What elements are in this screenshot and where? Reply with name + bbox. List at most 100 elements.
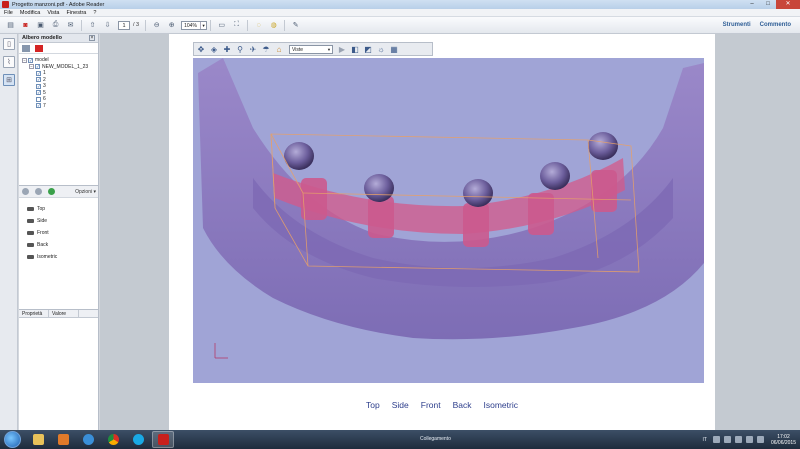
zoom-select[interactable]: 104% ▼ xyxy=(181,20,208,30)
close-button[interactable]: ✕ xyxy=(776,0,800,9)
3d-viewport[interactable] xyxy=(193,58,704,383)
menu-file[interactable]: File xyxy=(4,10,13,16)
view-item-label: Side xyxy=(37,218,48,224)
language-indicator[interactable]: IT xyxy=(703,437,707,443)
axis-triad xyxy=(214,343,228,359)
tree-visibility-checkbox[interactable]: ✓ xyxy=(36,103,41,109)
close-panel-icon[interactable]: × xyxy=(89,35,95,41)
rotate-icon[interactable]: ✥ xyxy=(196,44,206,54)
pan-icon[interactable]: ✚ xyxy=(222,44,232,54)
page-number-input[interactable]: 1 xyxy=(118,20,130,30)
view-item[interactable]: Isometric xyxy=(27,251,98,263)
fullscreen-icon[interactable]: ⛶ xyxy=(231,20,242,31)
view-link-top[interactable]: Top xyxy=(366,400,380,410)
tray-flag-icon[interactable] xyxy=(723,436,731,443)
options-dropdown[interactable]: Opzioni ▾ xyxy=(75,189,96,195)
fit-page-icon[interactable]: ▭ xyxy=(216,20,227,31)
ie-icon xyxy=(82,434,94,445)
walk-icon[interactable]: ✈ xyxy=(248,44,258,54)
save-icon[interactable]: ▣ xyxy=(35,20,46,31)
lighting-icon[interactable]: ☼ xyxy=(376,44,386,54)
print-icon[interactable]: ⎙ xyxy=(50,20,61,31)
view-item[interactable]: Side xyxy=(27,215,98,227)
prev-page-icon[interactable]: ⇧ xyxy=(87,20,98,31)
tree-visibility-checkbox[interactable]: ✓ xyxy=(35,64,40,70)
create-pdf-icon[interactable]: ▤ xyxy=(5,20,16,31)
start-button[interactable] xyxy=(4,431,21,448)
sign-icon[interactable]: ✎ xyxy=(290,20,301,31)
menu-finestra[interactable]: Finestra xyxy=(67,10,87,16)
spin-icon[interactable]: ◈ xyxy=(209,44,219,54)
taskbar-explorer[interactable] xyxy=(27,431,49,448)
tree-item[interactable]: ✓ 7 xyxy=(22,103,98,110)
3d-model-render xyxy=(198,58,704,359)
tree-expander-icon[interactable]: − xyxy=(29,64,34,70)
separator xyxy=(284,19,286,31)
render-mode-icon[interactable]: ◩ xyxy=(363,44,373,54)
play-animation-icon[interactable]: ▶ xyxy=(337,44,347,54)
tree-visibility-checkbox[interactable]: ✓ xyxy=(28,57,33,63)
options-menu-icon[interactable] xyxy=(22,44,30,52)
view-link-isometric[interactable]: Isometric xyxy=(484,400,518,410)
menu-modifica[interactable]: Modifica xyxy=(20,10,40,16)
document-area: ✥ ◈ ✚ ⚲ ✈ ☂ ⌂ Viste ▼ ▶ ◧ ◩ ☼ ▦ Top Side… xyxy=(100,34,800,430)
taskbar-ie[interactable] xyxy=(77,431,99,448)
view-nav-links: Top Side Front Back Isometric xyxy=(169,400,715,410)
tray-arrow-icon[interactable] xyxy=(712,436,720,443)
delete-view-icon[interactable] xyxy=(35,188,42,195)
page-thumbnails-icon[interactable]: ▯ xyxy=(3,38,15,50)
tree-visibility-checkbox[interactable] xyxy=(36,96,41,102)
clock[interactable]: 17:02 06/06/2015 xyxy=(771,434,796,446)
view-item[interactable]: Top xyxy=(27,203,98,215)
view-item[interactable]: Back xyxy=(27,239,98,251)
taskbar-media[interactable] xyxy=(52,431,74,448)
model-tree-icon[interactable]: ⊞ xyxy=(3,74,15,86)
taskbar-adobe-reader[interactable] xyxy=(152,431,174,448)
zoom-3d-icon[interactable]: ⚲ xyxy=(235,44,245,54)
next-page-icon[interactable]: ⇩ xyxy=(102,20,113,31)
zoom-out-icon[interactable]: ⊖ xyxy=(151,20,162,31)
separator xyxy=(81,19,82,31)
menu-help[interactable]: ? xyxy=(93,10,96,16)
tree-visibility-checkbox[interactable]: ✓ xyxy=(36,90,41,96)
tray-volume-icon[interactable] xyxy=(745,436,753,443)
comment-pane-button[interactable]: Commento xyxy=(760,22,791,28)
fly-icon[interactable]: ☂ xyxy=(261,44,271,54)
view-item[interactable]: Front xyxy=(27,227,98,239)
model-tree: − ✓ model − ✓ NEW_MODEL_1_23 ✓ 1 ✓ 2 ✓ 3 ✓ 5 6 ✓ 7 xyxy=(19,54,98,186)
highlight-icon[interactable]: ◍ xyxy=(268,20,279,31)
model-action-icon[interactable] xyxy=(35,44,43,52)
tray-power-icon[interactable] xyxy=(756,436,764,443)
minimize-button[interactable]: – xyxy=(744,0,760,9)
projection-icon[interactable]: ◧ xyxy=(350,44,360,54)
maximize-button[interactable]: □ xyxy=(760,0,776,9)
zoom-in-icon[interactable]: ⊕ xyxy=(166,20,177,31)
attachments-icon[interactable]: ⌇ xyxy=(3,56,15,68)
view-item-label: Back xyxy=(37,242,49,248)
taskbar-skype[interactable] xyxy=(127,431,149,448)
home-view-icon[interactable]: ⌂ xyxy=(274,44,284,54)
background-color-icon[interactable]: ▦ xyxy=(389,44,399,54)
menu-vista[interactable]: Vista xyxy=(47,10,59,16)
tree-visibility-checkbox[interactable]: ✓ xyxy=(36,70,41,76)
open-icon[interactable]: ◙ xyxy=(20,20,31,31)
tree-visibility-checkbox[interactable]: ✓ xyxy=(36,83,41,89)
tree-expander-icon[interactable]: − xyxy=(22,57,27,63)
camera-view-icon xyxy=(27,219,34,223)
add-view-icon[interactable] xyxy=(48,188,55,195)
tree-item-label: NEW_MODEL_1_23 xyxy=(42,63,89,70)
view-link-front[interactable]: Front xyxy=(421,400,441,410)
taskbar-chrome[interactable] xyxy=(102,431,124,448)
comment-icon[interactable]: ◌ xyxy=(253,20,264,31)
views-dropdown[interactable]: Viste ▼ xyxy=(289,44,333,54)
email-icon[interactable]: ✉ xyxy=(65,20,76,31)
model-tree-panel: Albero modello × − ✓ model − ✓ NEW_MODEL_1_23… xyxy=(19,34,99,430)
view-link-back[interactable]: Back xyxy=(453,400,472,410)
tree-item[interactable]: − ✓ NEW_MODEL_1_23 xyxy=(22,64,98,71)
panel-header: Albero modello × xyxy=(19,34,98,43)
tools-pane-button[interactable]: Strumenti xyxy=(723,22,751,28)
tray-network-icon[interactable] xyxy=(734,436,742,443)
tree-visibility-checkbox[interactable]: ✓ xyxy=(36,77,41,83)
view-link-side[interactable]: Side xyxy=(392,400,409,410)
view-action-icon[interactable] xyxy=(22,188,29,195)
